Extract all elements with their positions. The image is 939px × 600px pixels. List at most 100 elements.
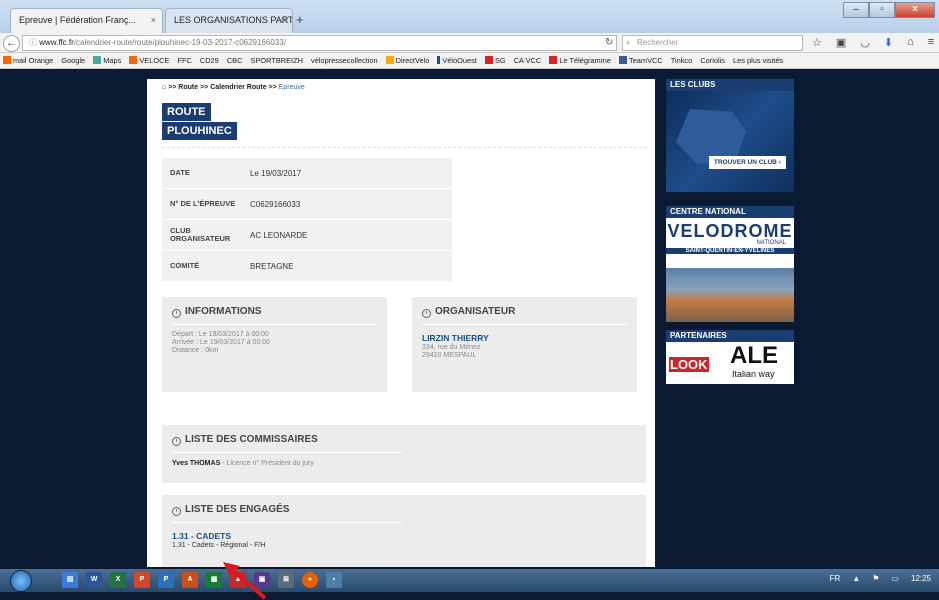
bookmark-teamvcc[interactable]: TeamVCC bbox=[619, 53, 663, 68]
explorer-icon[interactable]: ▤ bbox=[62, 572, 78, 588]
publisher-icon[interactable]: P bbox=[158, 572, 174, 588]
home-icon[interactable]: ⌂ bbox=[907, 36, 914, 49]
tab-epreuve[interactable]: Epreuve | Fédération Franç... × bbox=[10, 8, 163, 33]
details-table: DATE Le 19/03/2017 N° DE L'ÉPREUVE C0629… bbox=[162, 158, 452, 282]
engages-detail: 1.31 - Cadets - Régional - F/H bbox=[172, 542, 266, 549]
partners-banner[interactable]: LOOK ALE Italian way bbox=[666, 342, 794, 384]
bookmark-mail-orange[interactable]: mail Orange bbox=[3, 53, 53, 68]
breadcrumb: ⌂ >> Route >> Calendrier Route >> Epreuv… bbox=[162, 84, 305, 91]
details-row-comite: COMITÉ BRETAGNE bbox=[162, 251, 452, 282]
bookmark-veloouest[interactable]: VéloOuest bbox=[437, 53, 477, 68]
detail-key: N° DE L'ÉPREUVE bbox=[170, 199, 236, 208]
bookmark-cd29[interactable]: CD29 bbox=[200, 53, 219, 68]
bookmark-google[interactable]: Google bbox=[61, 53, 85, 68]
bookmark-telegramme[interactable]: Le Télégramme bbox=[549, 53, 611, 68]
sidebar: LES CLUBS TROUVER UN CLUB › CENTRE NATIO… bbox=[666, 79, 794, 384]
annotation-arrow-icon bbox=[223, 562, 267, 600]
chevron-right-icon: › bbox=[172, 437, 181, 446]
bookmark-maps[interactable]: Maps bbox=[93, 53, 121, 68]
bookmark-sg[interactable]: SG bbox=[484, 53, 506, 68]
velodrome-photo[interactable] bbox=[666, 268, 794, 322]
informations-panel: › INFORMATIONS Départ : Le 19/03/2017 à 0… bbox=[162, 297, 387, 392]
bookmark-ffc[interactable]: FFC bbox=[177, 53, 191, 68]
url-host: www.ffc.fr bbox=[39, 38, 74, 47]
start-button[interactable] bbox=[10, 570, 32, 592]
browser-titlebar: Epreuve | Fédération Franç... × LES ORGA… bbox=[0, 0, 939, 33]
close-tab-icon[interactable]: × bbox=[151, 15, 156, 25]
pocket-icon[interactable]: ◡ bbox=[860, 36, 870, 49]
engages-category[interactable]: 1.31 - CADETS bbox=[162, 523, 646, 541]
reload-icon[interactable]: ↻ bbox=[605, 37, 613, 48]
velodrome-logo[interactable]: VELODROME NATIONAL SAINT-QUENTIN-EN-YVEL… bbox=[666, 218, 794, 268]
commissaires-panel: › LISTE DES COMMISSAIRES Yves THOMAS - Li… bbox=[162, 425, 646, 483]
divider bbox=[162, 147, 647, 148]
bookmark-sportbreizh[interactable]: SPORTBREIZH bbox=[251, 53, 303, 68]
detail-key: DATE bbox=[170, 168, 190, 177]
details-row-numero: N° DE L'ÉPREUVE C0629166033 bbox=[162, 189, 452, 220]
clipboard-icon[interactable]: ▣ bbox=[836, 36, 846, 49]
address-line: 29420 MESPAUL bbox=[422, 352, 477, 359]
detail-key: COMITÉ bbox=[170, 261, 200, 270]
flag-icon[interactable]: ⚑ bbox=[872, 574, 879, 583]
clock[interactable]: 12:25 bbox=[911, 574, 931, 583]
sidebar-heading: LES CLUBS bbox=[666, 79, 794, 91]
app-icon[interactable]: ▪ bbox=[326, 572, 342, 588]
bookmark-velopresse[interactable]: vélopressecollection bbox=[311, 53, 378, 68]
close-tab-icon[interactable]: × bbox=[281, 15, 286, 25]
back-arrow-icon[interactable]: ← bbox=[3, 35, 20, 52]
commissaire-detail: - Licence n° Président du jury bbox=[220, 460, 314, 467]
powerpoint-icon[interactable]: P bbox=[134, 572, 150, 588]
page-title: PLOUHINEC bbox=[162, 122, 237, 140]
url-bar[interactable]: ⓘ www.ffc.fr/calendrier-route/route/plou… bbox=[22, 35, 617, 51]
panel-title: LISTE DES ENGAGÉS bbox=[185, 504, 290, 515]
clubs-map[interactable]: TROUVER UN CLUB › bbox=[666, 91, 794, 192]
detail-key: CLUB ORGANISATEUR bbox=[170, 226, 231, 243]
find-club-button[interactable]: TROUVER UN CLUB › bbox=[709, 156, 786, 169]
main-content: ⌂ >> Route >> Calendrier Route >> Epreuv… bbox=[147, 79, 655, 567]
italian-way-text: Italian way bbox=[732, 369, 775, 379]
star-icon[interactable]: ☆ bbox=[812, 36, 822, 49]
bookmarks-bar: mail Orange Google Maps VELOCE FFC CD29 … bbox=[0, 53, 939, 69]
tray-arrow-icon[interactable]: ▲ bbox=[852, 574, 860, 583]
engages-panel: › LISTE DES ENGAGÉS 1.31 - CADETS 1.31 - … bbox=[162, 495, 646, 567]
word-icon[interactable]: W bbox=[86, 572, 102, 588]
look-logo: LOOK bbox=[669, 357, 709, 372]
bookmark-cbc[interactable]: CBC bbox=[227, 53, 243, 68]
bookmark-coriolis[interactable]: Coriolis bbox=[700, 53, 725, 68]
page-title-category: ROUTE bbox=[162, 103, 211, 121]
maximize-button[interactable]: ▫ bbox=[869, 2, 895, 18]
minimize-button[interactable]: – bbox=[843, 2, 869, 18]
breadcrumb-path[interactable]: >> Route >> Calendrier Route >> bbox=[168, 84, 277, 91]
bookmark-directvelo[interactable]: DirectVelo bbox=[385, 53, 429, 68]
url-path: /calendrier-route/route/plouhinec-19-03-… bbox=[73, 38, 286, 47]
bookmark-ca-vcc[interactable]: CA VCC bbox=[514, 53, 542, 68]
organisateur-name[interactable]: LIRZIN THIERRY bbox=[412, 325, 637, 343]
tab-label: LES ORGANISATIONS PARTEN... bbox=[174, 15, 293, 25]
details-row-date: DATE Le 19/03/2017 bbox=[162, 158, 452, 189]
panel-title: INFORMATIONS bbox=[185, 306, 262, 317]
detail-value: AC LEONARDE bbox=[250, 230, 308, 240]
bookmark-tinkco[interactable]: Tinkco bbox=[671, 53, 693, 68]
breadcrumb-current: Epreuve bbox=[278, 84, 305, 91]
panel-title: LISTE DES COMMISSAIRES bbox=[185, 434, 318, 445]
menu-icon[interactable]: ≡ bbox=[928, 36, 934, 49]
search-icon: ⌕ bbox=[626, 38, 631, 47]
close-window-button[interactable]: × bbox=[895, 2, 935, 18]
info-icon[interactable]: ⓘ bbox=[29, 38, 39, 47]
language-indicator[interactable]: FR bbox=[830, 574, 841, 583]
download-icon[interactable]: ⬇ bbox=[884, 36, 893, 49]
bookmark-veloce[interactable]: VELOCE bbox=[129, 53, 169, 68]
app-icon[interactable]: ⊠ bbox=[278, 572, 294, 588]
network-icon[interactable]: ▭ bbox=[891, 574, 899, 583]
organisateur-panel: › ORGANISATEUR LIRZIN THIERRY 334, rue du… bbox=[412, 297, 637, 392]
tab-organisations[interactable]: LES ORGANISATIONS PARTEN... × bbox=[165, 8, 293, 33]
new-tab-icon[interactable]: + bbox=[296, 12, 304, 27]
excel-icon[interactable]: X bbox=[110, 572, 126, 588]
firefox-icon[interactable]: ● bbox=[302, 572, 318, 588]
bookmark-plus-visites[interactable]: Les plus visités bbox=[733, 53, 783, 68]
home-icon[interactable]: ⌂ bbox=[162, 84, 166, 91]
detail-value: C0629166033 bbox=[250, 199, 301, 209]
illustrator-icon[interactable]: A bbox=[182, 572, 198, 588]
search-input[interactable]: ⌕ Rechercher bbox=[622, 35, 803, 51]
ale-logo: ALE bbox=[730, 342, 778, 369]
